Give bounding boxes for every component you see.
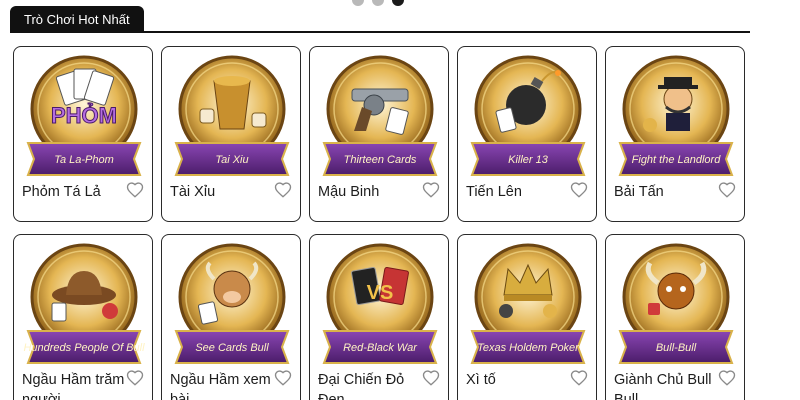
game-thumbnail[interactable]: Texas Holdem Poker: [466, 239, 590, 365]
heart-outline-icon[interactable]: [570, 181, 588, 199]
game-ribbon-label: Ta La-Phom: [54, 154, 114, 166]
heart-outline-icon[interactable]: [718, 181, 736, 199]
section-header: Trò Chơi Hot Nhất: [10, 6, 750, 33]
game-name[interactable]: Tài Xỉu: [170, 182, 274, 202]
game-thumbnail[interactable]: Hundreds People Of Bull: [22, 239, 146, 365]
game-card[interactable]: Texas Holdem Poker Xì tố: [457, 234, 597, 400]
game-ribbon-label: Tai Xiu: [215, 154, 248, 166]
game-card[interactable]: PHỎM Ta La-Phom Phỏm Tá Lả: [13, 46, 153, 222]
svg-text:PHỎM: PHỎM: [51, 103, 117, 128]
game-name[interactable]: Mậu Binh: [318, 182, 422, 202]
game-card[interactable]: Hundreds People Of Bull Ngầu Hầm trăm ngư…: [13, 234, 153, 400]
game-card[interactable]: Bull-Bull Giành Chủ Bull Bull: [605, 234, 745, 400]
game-card[interactable]: See Cards Bull Ngầu Hầm xem bài: [161, 234, 301, 400]
heart-outline-icon[interactable]: [126, 181, 144, 199]
heart-outline-icon[interactable]: [422, 369, 440, 387]
game-ribbon-label: Texas Holdem Poker: [477, 342, 580, 354]
game-card[interactable]: Killer 13 Tiến Lên: [457, 46, 597, 222]
game-grid: PHỎM Ta La-Phom Phỏm Tá Lả Tai Xiu Tài Xỉu Th…: [13, 46, 745, 400]
game-name[interactable]: Tiến Lên: [466, 182, 570, 202]
game-ribbon-label: Bull-Bull: [656, 342, 697, 354]
svg-text:VS: VS: [367, 282, 394, 304]
game-card[interactable]: VS Red-Black War Đại Chiến Đỏ Đen: [309, 234, 449, 400]
game-name[interactable]: Phỏm Tá Lả: [22, 182, 126, 202]
game-card[interactable]: Thirteen Cards Mậu Binh: [309, 46, 449, 222]
heart-outline-icon[interactable]: [274, 181, 292, 199]
section-title: Trò Chơi Hot Nhất: [10, 6, 144, 33]
game-card[interactable]: Fight the Landlord Bải Tấn: [605, 46, 745, 222]
game-ribbon-label: Thirteen Cards: [344, 154, 417, 166]
game-thumbnail[interactable]: Fight the Landlord: [614, 51, 738, 177]
game-thumbnail[interactable]: Tai Xiu: [170, 51, 294, 177]
game-name[interactable]: Xì tố: [466, 370, 570, 390]
game-ribbon-label: Killer 13: [508, 154, 549, 166]
game-name[interactable]: Đại Chiến Đỏ Đen: [318, 370, 422, 400]
game-name[interactable]: Ngầu Hầm xem bài: [170, 370, 274, 400]
heart-outline-icon[interactable]: [570, 369, 588, 387]
game-ribbon-label: Fight the Landlord: [632, 154, 722, 166]
heart-outline-icon[interactable]: [274, 369, 292, 387]
heart-outline-icon[interactable]: [126, 369, 144, 387]
game-ribbon-label: See Cards Bull: [195, 342, 269, 354]
game-name[interactable]: Ngầu Hầm trăm người: [22, 370, 126, 400]
game-name[interactable]: Bải Tấn: [614, 182, 718, 202]
heart-outline-icon[interactable]: [718, 369, 736, 387]
game-thumbnail[interactable]: Killer 13: [466, 51, 590, 177]
game-thumbnail[interactable]: Thirteen Cards: [318, 51, 442, 177]
game-thumbnail[interactable]: Bull-Bull: [614, 239, 738, 365]
game-name[interactable]: Giành Chủ Bull Bull: [614, 370, 718, 400]
game-ribbon-label: Red-Black War: [343, 342, 418, 354]
game-card[interactable]: Tai Xiu Tài Xỉu: [161, 46, 301, 222]
game-ribbon-label: Hundreds People Of Bull: [23, 342, 145, 354]
game-thumbnail[interactable]: VS Red-Black War: [318, 239, 442, 365]
game-thumbnail[interactable]: PHỎM Ta La-Phom: [22, 51, 146, 177]
game-thumbnail[interactable]: See Cards Bull: [170, 239, 294, 365]
heart-outline-icon[interactable]: [422, 181, 440, 199]
